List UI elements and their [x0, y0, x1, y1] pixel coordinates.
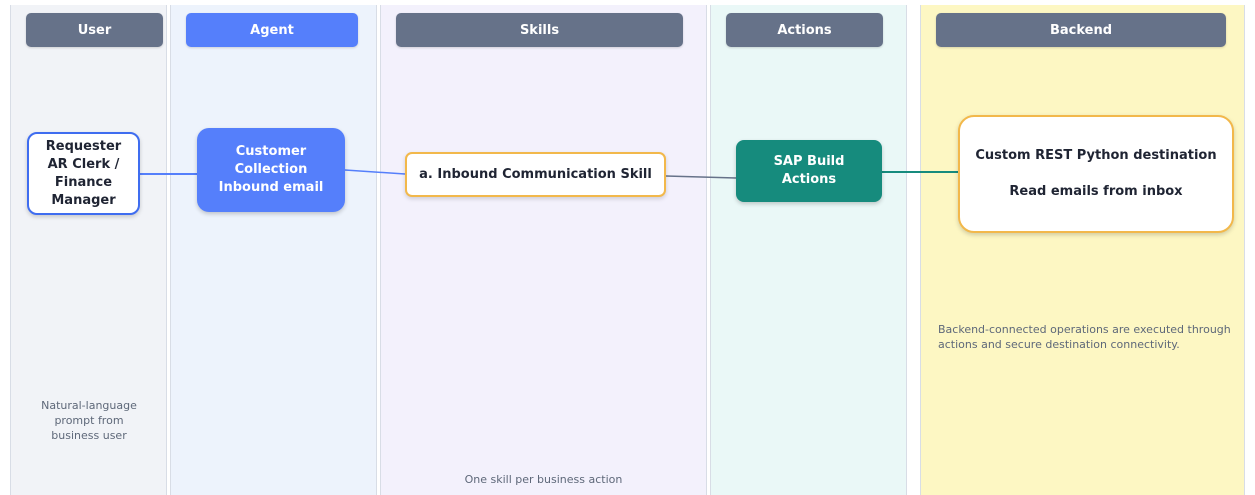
backend-line-2: Read emails from inbox	[1009, 184, 1183, 199]
agent-line-1: Customer	[235, 144, 307, 159]
agent-line-3: Inbound email	[218, 180, 324, 195]
requester-node[interactable]: Requester AR Clerk / Finance Manager	[27, 132, 140, 215]
requester-line-4: Manager	[51, 192, 116, 208]
backend-line-1: Custom REST Python destination	[975, 148, 1217, 163]
skills-note: One skill per business action	[464, 473, 623, 486]
agent-line-2: Collection	[234, 162, 308, 177]
skill-node[interactable]: a. Inbound Communication Skill	[405, 152, 666, 197]
connector-agent-skill	[344, 169, 406, 175]
agent-node[interactable]: Customer Collection Inbound email	[197, 128, 345, 212]
requester-line-2: AR Clerk /	[47, 156, 120, 172]
backend-note: Backend-connected operations are execute…	[938, 323, 1231, 351]
actions-node[interactable]: SAP Build Actions	[736, 140, 882, 202]
actions-line-1: SAP Build	[773, 154, 845, 169]
actions-line-2: Actions	[781, 172, 837, 187]
connectors	[140, 169, 958, 179]
skill-label: a. Inbound Communication Skill	[419, 166, 652, 182]
requester-line-3: Finance	[54, 174, 113, 190]
user-note: Natural-language prompt from business us…	[41, 399, 137, 442]
connector-skill-actions	[665, 175, 737, 179]
requester-line-1: Requester	[45, 138, 122, 154]
backend-node[interactable]: Custom REST Python destination Read emai…	[958, 115, 1234, 233]
